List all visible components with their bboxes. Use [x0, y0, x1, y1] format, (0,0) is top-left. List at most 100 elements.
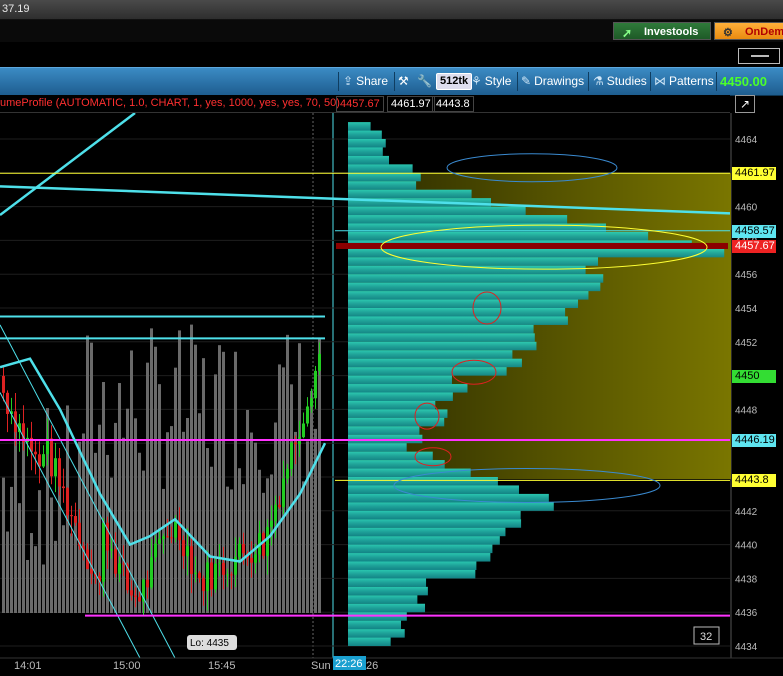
profile-row — [348, 248, 725, 258]
profile-row — [348, 595, 418, 604]
candle-body — [294, 442, 297, 445]
profile-row — [348, 333, 535, 342]
candle-body — [138, 596, 141, 602]
minimize-box[interactable] — [738, 48, 780, 64]
candle-body — [254, 554, 257, 563]
investools-button[interactable]: ➚ Investools — [613, 22, 711, 40]
candle-body — [122, 563, 125, 565]
price-axis-label: 4457.67 — [732, 239, 776, 253]
volume-bar — [226, 486, 229, 613]
share-button[interactable]: ⇪ Share — [343, 73, 388, 90]
volume-bar — [254, 442, 257, 613]
study-header: umeProfile (AUTOMATIC, 1.0, CHART, 1, ye… — [0, 95, 730, 113]
profile-row — [348, 147, 383, 156]
profile-row — [348, 181, 417, 190]
candle-body — [70, 515, 73, 517]
candle-body — [150, 557, 153, 588]
candle-body — [134, 595, 137, 597]
volume-bar — [158, 384, 161, 613]
volume-profile-study-label[interactable]: umeProfile (AUTOMATIC, 1.0, CHART, 1, ye… — [0, 97, 340, 109]
volume-bars — [2, 324, 321, 613]
study-value-low: 4443.8 — [432, 96, 474, 112]
candle-body — [194, 572, 197, 574]
candle-body — [262, 533, 265, 556]
time-tick-label: 15:00 — [113, 660, 141, 672]
volume-bar — [50, 497, 53, 613]
volume-bar — [14, 423, 17, 613]
candle-body — [270, 520, 273, 527]
candle-body — [90, 568, 93, 574]
candle-body — [42, 454, 45, 467]
patterns-button[interactable]: ⋈ Patterns — [654, 73, 714, 90]
volume-bar — [182, 431, 185, 613]
candle-body — [314, 370, 317, 399]
profile-row — [348, 629, 405, 638]
candle-body — [302, 423, 305, 438]
drawings-button[interactable]: ✎ Drawings — [521, 73, 584, 90]
zoom-selector[interactable]: 512tk — [436, 73, 473, 90]
candle-body — [6, 392, 9, 414]
volume-bar — [62, 525, 65, 613]
style-label: Style — [484, 74, 512, 88]
profile-row — [348, 451, 433, 461]
studies-button[interactable]: ⚗ Studies — [593, 73, 647, 90]
ondemand-button[interactable]: ⚙ OnDem — [714, 22, 783, 40]
poc-bar — [336, 242, 728, 249]
volume-bar — [38, 490, 41, 613]
pencil-icon: ✎ — [521, 74, 532, 88]
style-button[interactable]: ⚘ Style — [471, 73, 511, 90]
volume-bar — [10, 486, 13, 613]
candle-body — [286, 468, 289, 479]
profile-row — [348, 493, 549, 503]
candle-body — [54, 458, 57, 477]
profile-row — [348, 274, 604, 283]
candle-body — [222, 562, 225, 575]
volume-bar — [18, 503, 21, 613]
volume-bar — [290, 384, 293, 613]
profile-row — [348, 544, 493, 554]
profile-row — [348, 519, 522, 528]
profile-row — [348, 308, 566, 317]
arrow-icon: ➚ — [622, 26, 633, 40]
profile-row — [348, 164, 413, 173]
profile-row — [348, 367, 507, 376]
profile-row — [348, 299, 579, 309]
profile-row — [348, 569, 476, 579]
candle-body — [146, 579, 149, 588]
price-tick-label: 4438 — [735, 574, 758, 585]
profile-row — [348, 358, 522, 368]
candle-body — [190, 546, 193, 574]
share-label: Share — [356, 74, 389, 88]
candle-body — [102, 522, 105, 582]
price-axis-label: 4446.19 — [732, 433, 776, 447]
patterns-icon: ⋈ — [654, 74, 666, 88]
volume-bar — [122, 437, 125, 613]
crosshair-tool-icon[interactable]: ⚒ — [398, 73, 409, 90]
candle-body — [210, 562, 213, 590]
candle-body — [318, 353, 321, 371]
candle-body — [230, 574, 233, 576]
profile-row — [348, 215, 568, 224]
cursor-time-label: 22:26 — [335, 658, 363, 670]
candle-body — [130, 590, 133, 596]
candle-body — [238, 543, 241, 557]
profile-row — [348, 384, 468, 393]
profile-row — [348, 375, 452, 385]
candle-body — [198, 572, 201, 579]
profile-row — [348, 122, 371, 131]
secondary-strip — [0, 42, 783, 66]
volume-bar — [250, 432, 253, 613]
draw-toggle-icon[interactable]: ↗ — [735, 95, 755, 113]
time-tick-label: 26 — [366, 660, 378, 672]
study-value-poc: 4457.67 — [336, 96, 384, 112]
candle-body — [170, 537, 173, 539]
volume-bar — [174, 367, 177, 613]
price-axis-label: 4461.97 — [732, 167, 776, 181]
profile-row — [348, 620, 401, 630]
price-chart[interactable]: 4464446244604458445644544452445044484446… — [0, 112, 783, 673]
profile-row — [348, 392, 453, 401]
price-tick-label: 4434 — [735, 642, 758, 653]
candle-body — [118, 563, 121, 574]
candle-body — [226, 574, 229, 576]
wrench-icon[interactable]: 🔧 — [417, 73, 432, 90]
